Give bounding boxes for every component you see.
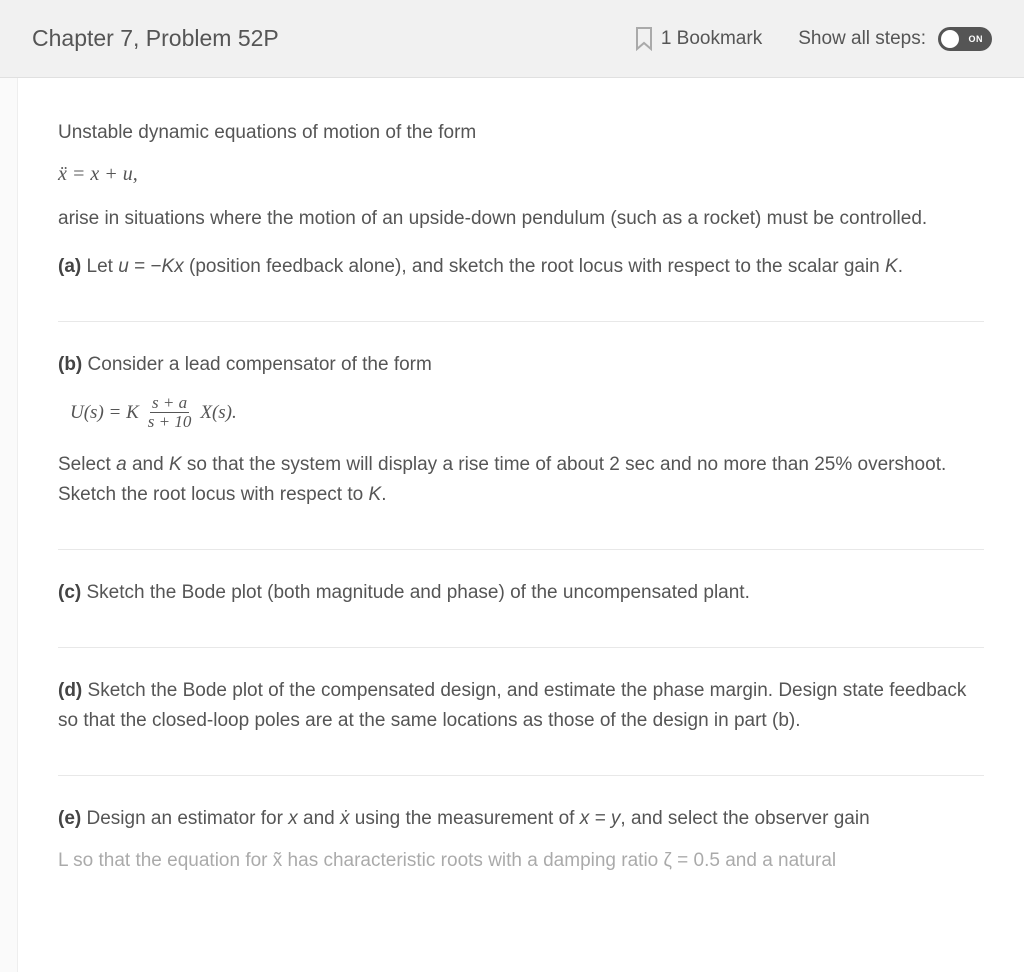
steps-toggle[interactable]: ON — [938, 27, 992, 51]
part-a: (a) Let u = −Kx (position feedback alone… — [58, 252, 984, 281]
equation-motion: ẍ = x + u, — [58, 159, 984, 190]
page-title: Chapter 7, Problem 52P — [32, 25, 279, 52]
problem-content: Unstable dynamic equations of motion of … — [18, 78, 1024, 972]
part-c: (c) Sketch the Bode plot (both magnitude… — [58, 578, 984, 648]
part-b-lead: (b) Consider a lead compensator of the f… — [58, 350, 984, 379]
part-e: (e) Design an estimator for x and ẋ usin… — [58, 804, 984, 875]
intro-line-1: Unstable dynamic equations of motion of … — [58, 118, 984, 147]
part-b-equation: U(s) = K s + a s + 10 X(s). — [70, 394, 984, 432]
part-a-label: (a) — [58, 256, 81, 277]
intro-line-2: arise in situations where the motion of … — [58, 204, 984, 233]
part-d: (d) Sketch the Bode plot of the compensa… — [58, 676, 984, 776]
toggle-knob — [941, 30, 959, 48]
steps-label: Show all steps: — [798, 28, 926, 50]
header-bar: Chapter 7, Problem 52P 1 Bookmark Show a… — [0, 0, 1024, 78]
toggle-state-label: ON — [969, 34, 984, 44]
part-b: (b) Consider a lead compensator of the f… — [58, 350, 984, 550]
bookmark-icon — [635, 27, 653, 51]
part-e-cutoff: L so that the equation for x̃ has charac… — [58, 846, 984, 875]
show-steps-control: Show all steps: ON — [798, 27, 992, 51]
fraction: s + a s + 10 — [146, 394, 194, 432]
bookmark-button[interactable]: 1 Bookmark — [635, 27, 762, 51]
left-gutter — [0, 78, 18, 972]
part-b-tail: Select a and K so that the system will d… — [58, 450, 984, 509]
problem-intro-and-a: Unstable dynamic equations of motion of … — [58, 118, 984, 322]
bookmark-label: 1 Bookmark — [661, 28, 762, 50]
header-actions: 1 Bookmark Show all steps: ON — [635, 27, 992, 51]
